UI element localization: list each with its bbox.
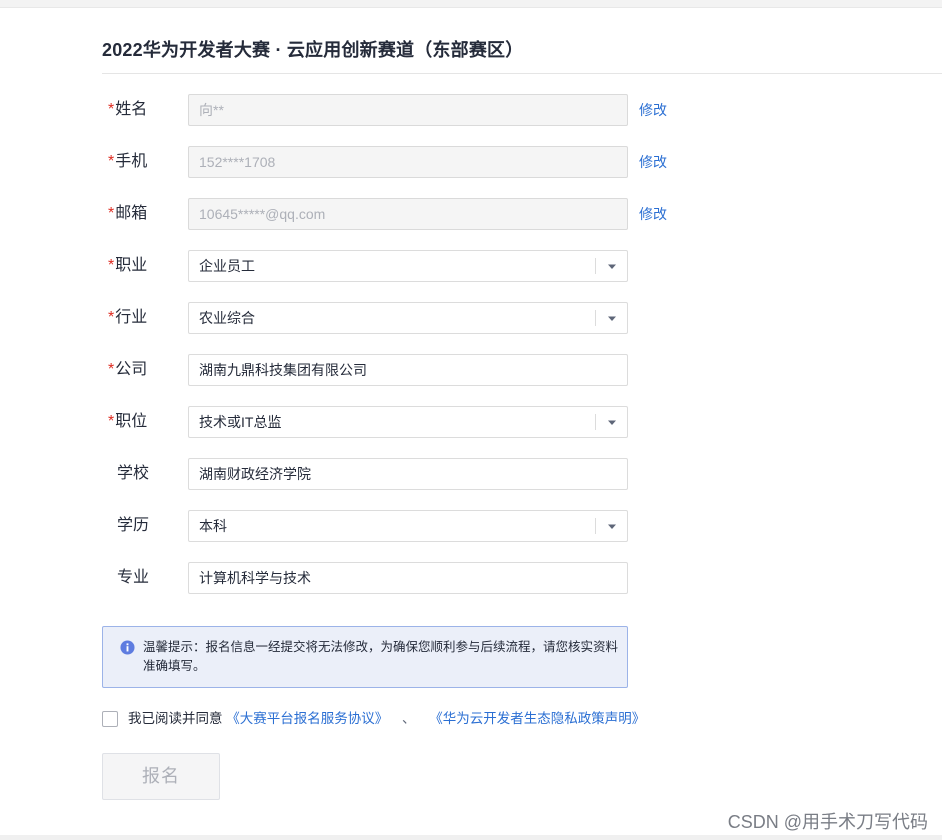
company-label: *公司 <box>108 361 148 378</box>
position-select[interactable]: 技术或IT总监 <box>188 406 628 438</box>
caret-down-icon[interactable] <box>605 260 619 274</box>
edit-name-link[interactable]: 修改 <box>639 94 667 126</box>
phone-value: 152****1708 <box>199 154 276 170</box>
select-divider <box>595 414 596 430</box>
form-row-email: *邮箱 10645*****@qq.com 修改 <box>0 198 942 230</box>
form-row-position: *职位 技术或IT总监 <box>0 406 942 438</box>
required-mark: * <box>108 413 115 430</box>
form-row-education: 学历 本科 <box>0 510 942 542</box>
industry-value: 农业综合 <box>199 310 255 326</box>
privacy-policy-link[interactable]: 《华为云开发者生态隐私政策声明》 <box>429 711 645 726</box>
company-value: 湖南九鼎科技集团有限公司 <box>199 362 367 378</box>
required-mark: * <box>108 309 115 326</box>
school-input[interactable]: 湖南财政经济学院 <box>188 458 628 490</box>
education-label: 学历 <box>117 517 150 534</box>
agreement-row: 我已阅读并同意 《大赛平台报名服务协议》 、 《华为云开发者生态隐私政策声明》 <box>102 709 862 729</box>
edit-email-link[interactable]: 修改 <box>639 198 667 230</box>
required-mark: * <box>108 205 115 222</box>
company-input[interactable]: 湖南九鼎科技集团有限公司 <box>188 354 628 386</box>
occupation-value: 企业员工 <box>199 258 255 274</box>
occupation-select[interactable]: 企业员工 <box>188 250 628 282</box>
major-value: 计算机科学与技术 <box>199 570 311 586</box>
phone-field[interactable]: 152****1708 <box>188 146 628 178</box>
phone-label: *手机 <box>108 153 148 170</box>
title-divider <box>102 73 942 74</box>
email-label: *邮箱 <box>108 205 148 222</box>
info-circle-icon <box>120 640 135 655</box>
education-value: 本科 <box>199 518 227 534</box>
page-title: 2022华为开发者大赛 · 云应用创新赛道（东部赛区） <box>102 40 524 60</box>
caret-down-icon[interactable] <box>605 312 619 326</box>
top-edge-bar <box>0 0 942 8</box>
watermark: CSDN @用手术刀写代码 <box>727 812 928 832</box>
agree-checkbox[interactable] <box>102 711 118 727</box>
major-label: 专业 <box>117 569 150 586</box>
form-row-industry: *行业 农业综合 <box>0 302 942 334</box>
occupation-label: *职业 <box>108 257 148 274</box>
email-field[interactable]: 10645*****@qq.com <box>188 198 628 230</box>
edit-phone-link[interactable]: 修改 <box>639 146 667 178</box>
select-divider <box>595 258 596 274</box>
school-label: 学校 <box>117 465 150 482</box>
education-select[interactable]: 本科 <box>188 510 628 542</box>
school-value: 湖南财政经济学院 <box>199 466 311 482</box>
major-input[interactable]: 计算机科学与技术 <box>188 562 628 594</box>
required-mark: * <box>108 361 115 378</box>
bottom-edge-bar <box>0 835 942 840</box>
caret-down-icon[interactable] <box>605 416 619 430</box>
form-row-major: 专业 计算机科学与技术 <box>0 562 942 594</box>
agreement-text: 我已阅读并同意 《大赛平台报名服务协议》 、 《华为云开发者生态隐私政策声明》 <box>128 709 645 729</box>
required-mark: * <box>108 101 115 118</box>
name-label: *姓名 <box>108 101 148 118</box>
notice-box: 温馨提示：报名信息一经提交将无法修改，为确保您顺利参与后续流程，请您核实资料准确… <box>102 626 628 688</box>
select-divider <box>595 518 596 534</box>
submit-button[interactable]: 报名 <box>102 753 220 800</box>
required-mark: * <box>108 257 115 274</box>
form-row-name: *姓名 向** 修改 <box>0 94 942 126</box>
name-field[interactable]: 向** <box>188 94 628 126</box>
agreement-prefix: 我已阅读并同意 <box>128 711 223 726</box>
form-row-phone: *手机 152****1708 修改 <box>0 146 942 178</box>
form-row-company: *公司 湖南九鼎科技集团有限公司 <box>0 354 942 386</box>
form-row-occupation: *职业 企业员工 <box>0 250 942 282</box>
required-mark: * <box>108 153 115 170</box>
notice-text: 温馨提示：报名信息一经提交将无法修改，为确保您顺利参与后续流程，请您核实资料准确… <box>143 640 619 673</box>
email-value: 10645*****@qq.com <box>199 206 326 222</box>
caret-down-icon[interactable] <box>605 520 619 534</box>
form-row-school: 学校 湖南财政经济学院 <box>0 458 942 490</box>
select-divider <box>595 310 596 326</box>
service-agreement-link[interactable]: 《大赛平台报名服务协议》 <box>226 711 388 726</box>
industry-select[interactable]: 农业综合 <box>188 302 628 334</box>
name-value: 向** <box>199 102 224 118</box>
position-label: *职位 <box>108 413 148 430</box>
industry-label: *行业 <box>108 309 148 326</box>
agreement-separator: 、 <box>402 711 416 726</box>
position-value: 技术或IT总监 <box>199 414 282 430</box>
